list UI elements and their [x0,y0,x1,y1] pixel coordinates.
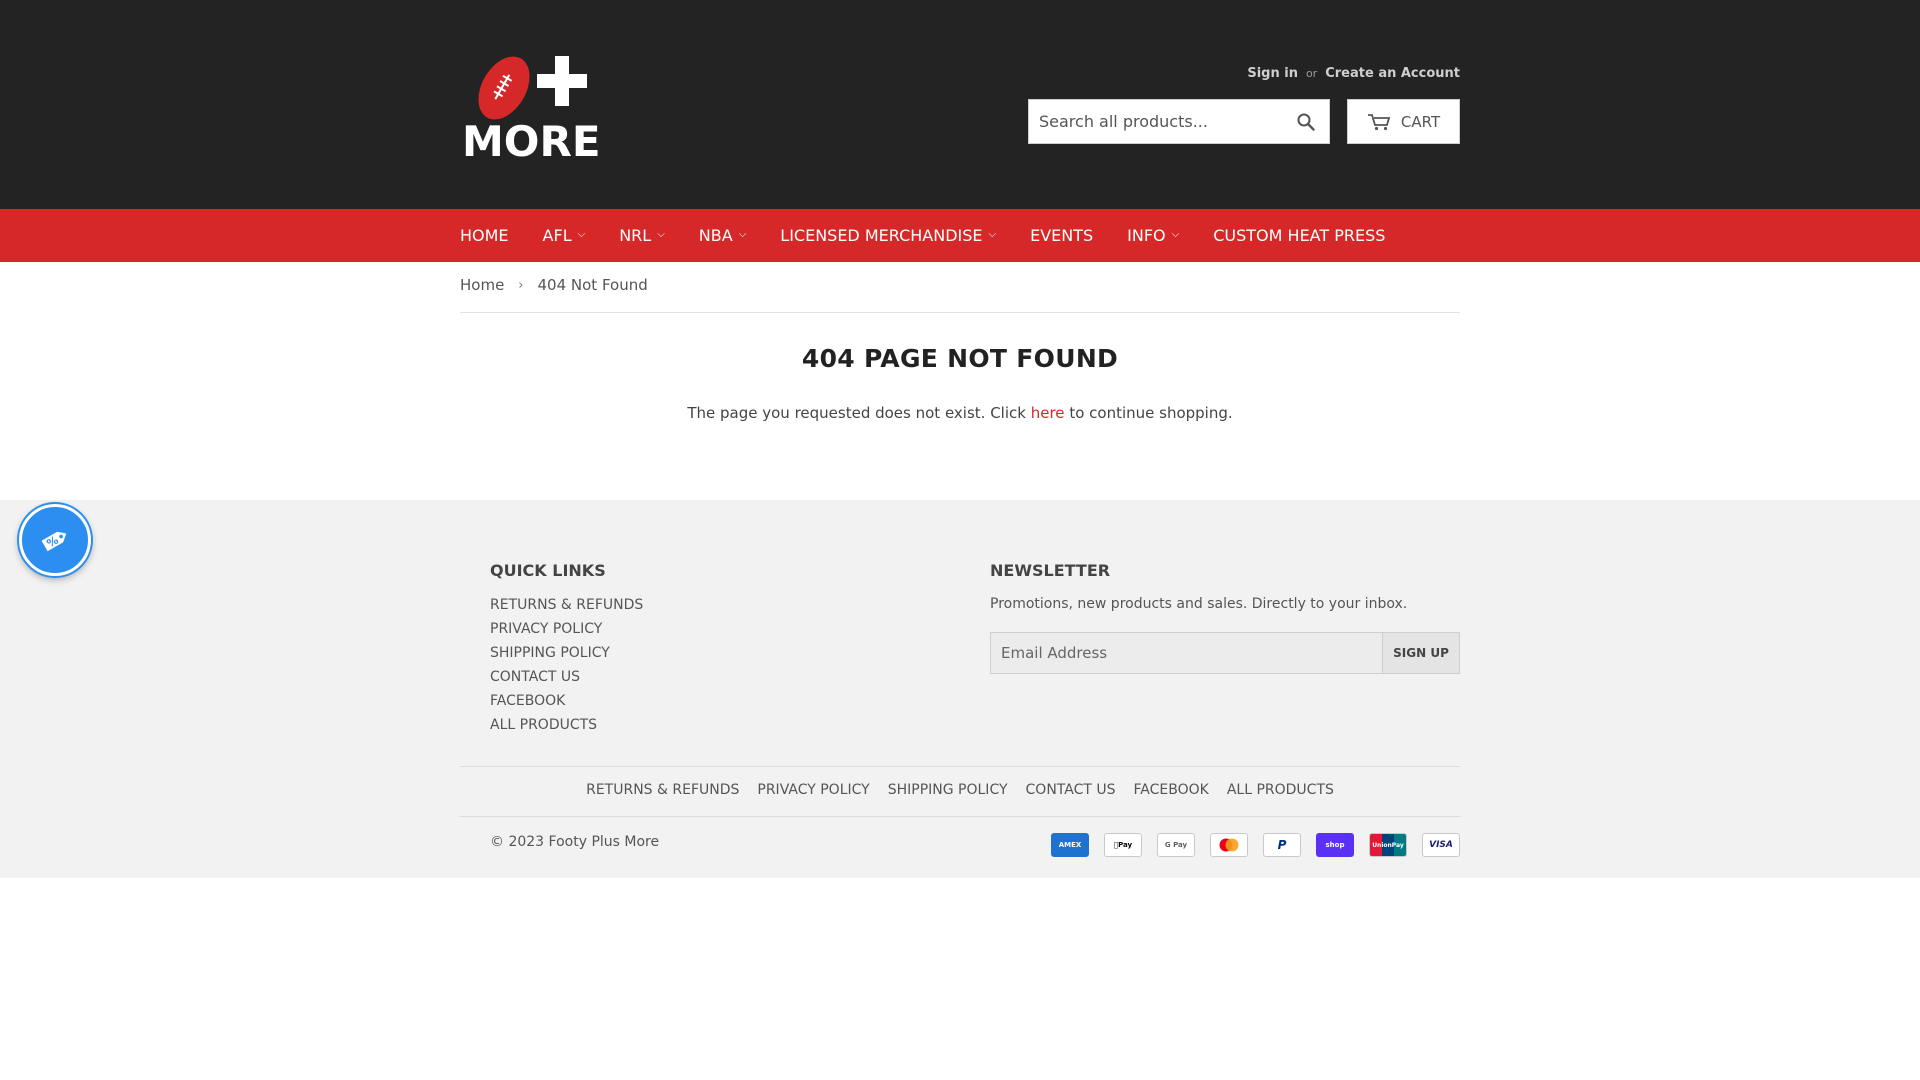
nav-item-nba[interactable]: NBA ⌵ [699,226,746,245]
nav-item-events[interactable]: EVENTS [1030,226,1093,245]
divider [460,816,1460,817]
quick-link-privacy[interactable]: PRIVACY POLICY [490,620,643,644]
nav-item-label: NRL [619,226,652,245]
footer-nav: RETURNS & REFUNDS PRIVACY POLICY SHIPPIN… [460,782,1460,798]
page-title: 404 PAGE NOT FOUND [801,344,1119,373]
breadcrumb-home-link[interactable]: Home [460,276,504,294]
site-header: MORE Sign in or Create an Account CART [0,0,1920,209]
nav-item-label: LICENSED MERCHANDISE [780,226,983,245]
create-account-link[interactable]: Create an Account [1325,66,1460,81]
google-pay-icon: G Pay [1157,833,1195,857]
nav-item-home[interactable]: HOME [460,226,509,245]
newsletter-text: Promotions, new products and sales. Dire… [990,596,1408,612]
mastercard-icon [1210,833,1248,857]
nav-item-label: CUSTOM HEAT PRESS [1213,226,1386,245]
union-pay-icon: UnionPay [1369,833,1407,857]
or-text: or [1305,67,1318,80]
nav-item-label: HOME [460,226,509,245]
footer-link-facebook[interactable]: FACEBOOK [1134,782,1209,798]
footer-link-shipping[interactable]: SHIPPING POLICY [888,782,1008,798]
site-footer [0,500,1920,878]
footer-link-privacy[interactable]: PRIVACY POLICY [757,782,869,798]
quick-link-returns[interactable]: RETURNS & REFUNDS [490,596,643,620]
site-logo[interactable]: MORE [460,48,610,166]
divider [460,312,1460,313]
discount-tag-icon: % [41,531,67,552]
search-form [1028,99,1330,144]
nav-item-custom-heat-press[interactable]: CUSTOM HEAT PRESS [1213,226,1385,245]
continue-shopping-link[interactable]: here [1031,404,1065,422]
quick-links-list: RETURNS & REFUNDS PRIVACY POLICY SHIPPIN… [490,596,643,740]
search-button[interactable] [1283,100,1329,143]
amex-icon: AMEX [1051,833,1089,857]
footer-link-contact[interactable]: CONTACT US [1026,782,1116,798]
footer-link-all-products[interactable]: ALL PRODUCTS [1227,782,1334,798]
logo-wordmark: MORE [462,117,601,160]
visa-icon: VISA [1422,833,1460,857]
search-icon [1297,113,1315,131]
breadcrumb-separator: › [518,277,524,293]
search-input[interactable] [1029,100,1283,143]
account-links: Sign in or Create an Account [1247,66,1460,81]
footer-link-returns[interactable]: RETURNS & REFUNDS [586,782,739,798]
nav-item-info[interactable]: INFO ⌵ [1127,226,1179,245]
shop-pay-icon: shop [1316,833,1354,857]
chevron-down-icon: ⌵ [988,229,997,240]
cart-button[interactable]: CART [1347,99,1460,144]
email-field[interactable] [990,632,1383,674]
nav-item-label: NBA [698,226,733,245]
nav-item-nrl[interactable]: NRL ⌵ [619,226,665,245]
apple-pay-icon: Pay [1104,833,1142,857]
chevron-down-icon: ⌵ [657,229,665,240]
message-text: to continue shopping. [1069,404,1233,422]
cart-icon [1367,113,1391,130]
paypal-icon: P [1263,833,1301,857]
breadcrumb: Home › 404 Not Found [460,276,648,294]
page-message: The page you requested does not exist. C… [460,404,1460,422]
quick-links-title: QUICK LINKS [490,561,606,580]
quick-link-all-products[interactable]: ALL PRODUCTS [490,716,643,740]
copyright: © 2023 Footy Plus More [490,834,660,850]
message-text: The page you requested does not exist. C… [687,404,1026,422]
quick-link-facebook[interactable]: FACEBOOK [490,692,643,716]
quick-link-contact[interactable]: CONTACT US [490,668,643,692]
chevron-down-icon: ⌵ [1171,229,1180,240]
cart-label: CART [1400,112,1441,131]
sign-in-link[interactable]: Sign in [1247,66,1298,81]
chevron-down-icon: ⌵ [738,229,747,240]
newsletter-form: SIGN UP [990,632,1460,674]
discount-badge[interactable]: % [19,504,91,576]
sign-up-button[interactable]: SIGN UP [1383,632,1460,674]
nav-item-label: EVENTS [1030,226,1094,245]
nav-item-afl[interactable]: AFL ⌵ [543,226,586,245]
divider [460,766,1460,767]
nav-item-label: AFL [542,226,572,245]
nav-item-label: INFO [1127,226,1166,245]
payment-icons: AMEX Pay G Pay P shop UnionPay VISA [1051,833,1460,857]
newsletter-title: NEWSLETTER [990,561,1111,580]
main-navigation: HOME AFL ⌵ NRL ⌵ NBA ⌵ LICENSED MERCHANDISE… [0,209,1920,262]
breadcrumb-current: 404 Not Found [537,276,648,294]
nav-item-licensed-merchandise[interactable]: LICENSED MERCHANDISE ⌵ [780,226,996,245]
chevron-down-icon: ⌵ [577,229,586,240]
quick-link-shipping[interactable]: SHIPPING POLICY [490,644,643,668]
